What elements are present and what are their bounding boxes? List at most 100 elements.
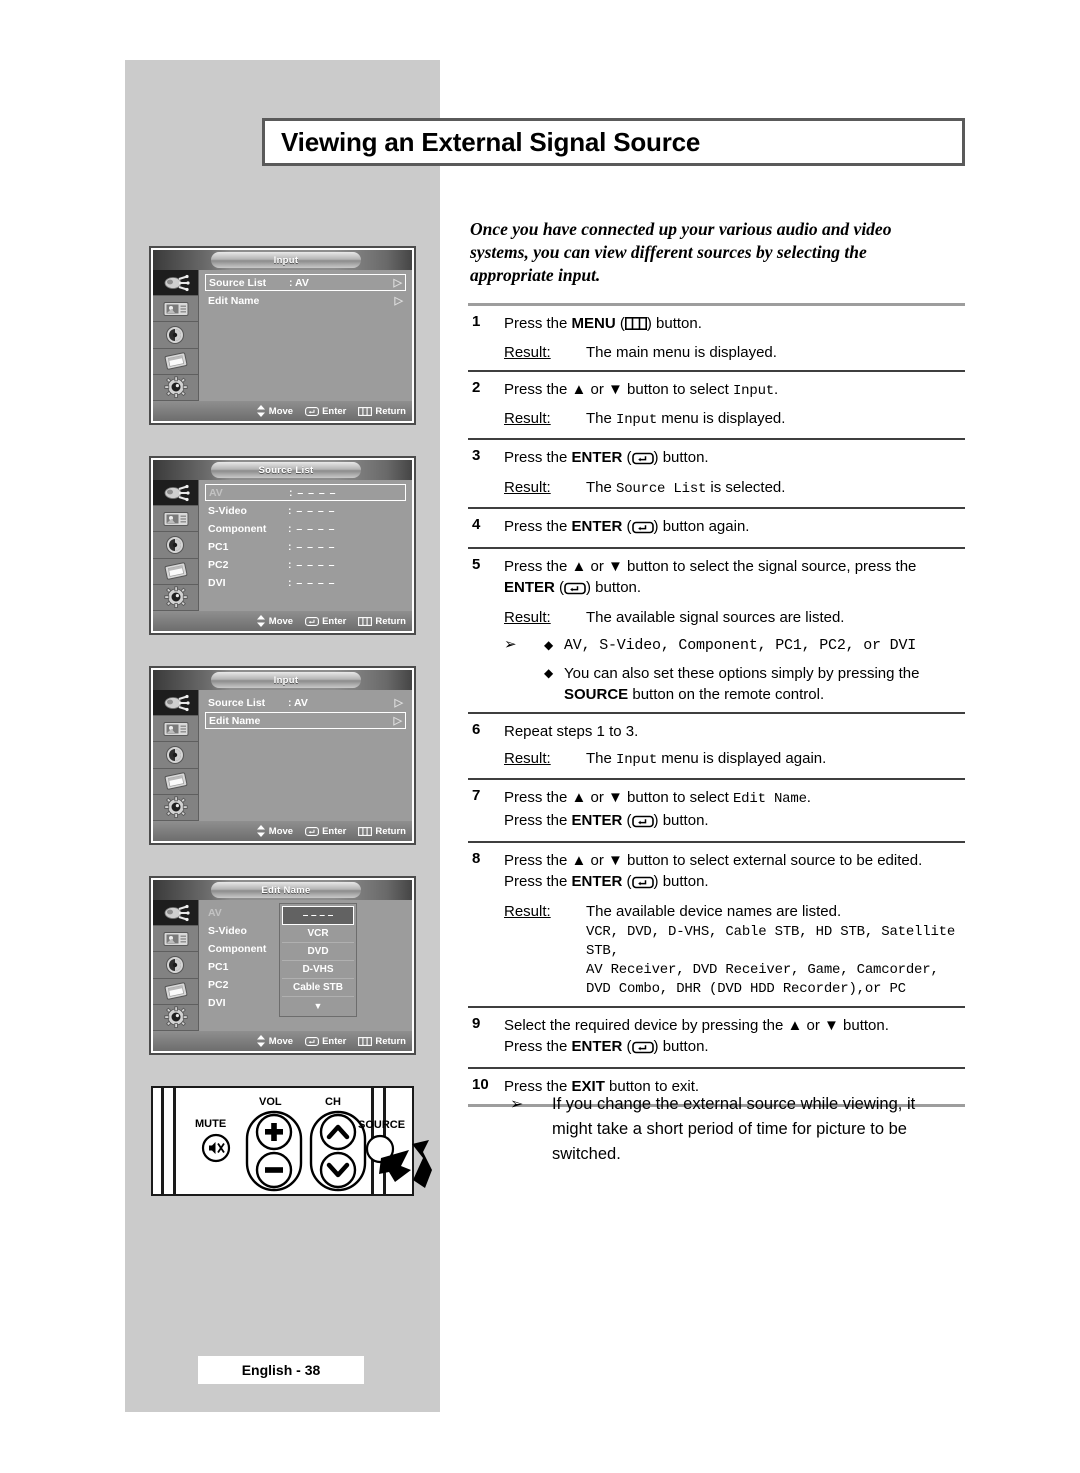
step-text-c: ) button. xyxy=(586,579,642,596)
dropdown-item-dvd[interactable]: DVD xyxy=(282,943,354,961)
osd-footer-return-label: Return xyxy=(375,825,406,837)
setup-gear-icon[interactable] xyxy=(153,794,198,822)
result-row: Result: The Input menu is displayed agai… xyxy=(504,748,965,771)
sound-speaker-icon[interactable] xyxy=(153,322,198,349)
step-7: 7 Press the ▲ or ▼ button to select Edit… xyxy=(468,780,965,841)
chevron-down-icon[interactable]: ▼ xyxy=(282,997,354,1014)
mute-speaker-icon[interactable] xyxy=(201,1133,231,1168)
osd-row-label: PC1 xyxy=(208,540,229,553)
osd-row-edit-name[interactable]: Edit Name ▷ xyxy=(205,292,406,309)
dropdown-item-cable-stb[interactable]: Cable STB xyxy=(282,979,354,997)
osd-row-source-list[interactable]: Source List : AV ▷ xyxy=(205,274,406,291)
osd-row-label: S-Video xyxy=(208,504,247,517)
osd-row-pc2[interactable]: PC2 : – – – – xyxy=(205,556,406,573)
step-text-b: ( xyxy=(554,579,565,596)
osd-footer-move: Move xyxy=(256,825,293,837)
step-text: Press the ▲ or ▼ button to select xyxy=(504,381,733,398)
osd-footer-return: Return xyxy=(358,616,406,627)
step-body: Press the ▲ or ▼ button to select extern… xyxy=(504,850,965,999)
picture-icon[interactable] xyxy=(153,716,198,743)
result-pre: The xyxy=(586,750,617,767)
osd-row-av[interactable]: AV : – – – – xyxy=(205,484,406,501)
channel-icon[interactable] xyxy=(153,978,198,1005)
step-text-c: . xyxy=(806,789,811,806)
osd-footer-enter-label: Enter xyxy=(322,1035,347,1047)
chevron-right-icon: ▷ xyxy=(393,715,402,727)
remote-edge-line xyxy=(173,1088,176,1194)
result-mono: Input xyxy=(616,412,658,428)
setup-gear-icon[interactable] xyxy=(153,1004,198,1032)
result-post: menu is displayed. xyxy=(657,410,786,427)
osd-row-edit-name[interactable]: Edit Name ▷ xyxy=(205,712,406,729)
step-number: 9 xyxy=(472,1015,481,1032)
input-plug-icon[interactable] xyxy=(153,690,198,717)
step-body: Select the required device by pressing t… xyxy=(504,1015,965,1060)
sound-speaker-icon[interactable] xyxy=(153,952,198,979)
input-plug-icon[interactable] xyxy=(153,480,198,507)
step-text: Press the xyxy=(504,518,572,535)
osd-body: AV : S-Video : Component : PC1 : PC2 : xyxy=(199,900,412,1031)
step-line2-c: ) button. xyxy=(653,1038,709,1055)
step-text: Repeat steps 1 to 3. xyxy=(504,723,639,740)
osd-row-s-video[interactable]: S-Video : – – – – xyxy=(205,502,406,519)
osd-row-component[interactable]: Component : – – – – xyxy=(205,520,406,537)
menu-icon xyxy=(358,406,373,416)
step-body: Press the ▲ or ▼ button to select Edit N… xyxy=(504,787,965,834)
sound-speaker-icon[interactable] xyxy=(153,532,198,559)
channel-icon[interactable] xyxy=(153,558,198,585)
result-row: Result: The Source List is selected. xyxy=(504,477,965,500)
step-line2: Press the xyxy=(504,873,572,890)
chevron-right-icon: ▷ xyxy=(393,277,402,289)
step-text: Press the ▲ or ▼ button to select extern… xyxy=(504,852,923,869)
osd-title-tab: Input xyxy=(211,252,361,268)
osd-footer-return: Return xyxy=(358,406,406,417)
step-text: Press the ▲ or ▼ button to select xyxy=(504,789,733,806)
diamond-icon: ◆ xyxy=(544,666,554,680)
dropdown-item-vcr[interactable]: VCR xyxy=(282,925,354,943)
step-8: 8 Press the ▲ or ▼ button to select exte… xyxy=(468,843,965,1006)
enter-button-label: ENTER xyxy=(504,579,555,596)
picture-icon[interactable] xyxy=(153,926,198,953)
enter-button-label: ENTER xyxy=(571,873,623,890)
step-text: Select the required device by pressing t… xyxy=(504,1017,889,1034)
step-line2: Press the xyxy=(504,812,572,829)
device-name-dropdown[interactable]: – – – – VCR DVD D-VHS Cable STB ▼ xyxy=(279,903,357,1017)
picture-icon[interactable] xyxy=(153,296,198,323)
osd-row-dvi[interactable]: DVI : – – – – xyxy=(205,574,406,591)
channel-icon[interactable] xyxy=(153,768,198,795)
osd-icon-column xyxy=(153,270,199,402)
osd-body: Source List : AV ▷ Edit Name ▷ xyxy=(199,690,412,821)
input-plug-icon[interactable] xyxy=(153,270,198,297)
picture-icon[interactable] xyxy=(153,506,198,533)
osd-screenshot-input-2: Input Source List : AV ▷ Edit Name ▷ Mov… xyxy=(149,666,416,845)
osd-title-strip: Input xyxy=(153,670,412,690)
up-down-arrow-icon xyxy=(256,405,265,417)
osd-body: Source List : AV ▷ Edit Name ▷ xyxy=(199,270,412,401)
step-body: Press the ▲ or ▼ button to select Input.… xyxy=(504,379,965,431)
input-plug-icon[interactable] xyxy=(153,900,198,927)
osd-footer-move-label: Move xyxy=(268,825,294,837)
setup-gear-icon[interactable] xyxy=(153,374,198,402)
osd-screenshot-source-list: Source List AV : – – – – S-Video : – – –… xyxy=(149,456,416,635)
osd-row-pc1[interactable]: PC1 : – – – – xyxy=(205,538,406,555)
dropdown-item-d-vhs[interactable]: D-VHS xyxy=(282,961,354,979)
step-body: Press the ENTER () button. Result: The S… xyxy=(504,447,965,500)
osd-footer-enter-label: Enter xyxy=(322,825,347,837)
enter-button-label: ENTER xyxy=(571,449,623,466)
result-label: Result: xyxy=(504,479,551,496)
channel-icon[interactable] xyxy=(153,348,198,375)
step-line2: Press the xyxy=(504,1038,572,1055)
enter-icon xyxy=(564,580,586,601)
setup-gear-icon[interactable] xyxy=(153,584,198,612)
step-number: 3 xyxy=(472,447,481,464)
ch-label: CH xyxy=(325,1096,341,1108)
page-title-text: Viewing an External Signal Source xyxy=(281,126,701,157)
osd-row-source-list[interactable]: Source List : AV ▷ xyxy=(205,694,406,711)
osd-row-value: : – – – – xyxy=(288,504,336,517)
osd-title-text: Source List xyxy=(258,464,314,476)
osd-footer-move-label: Move xyxy=(268,615,294,627)
step-number: 4 xyxy=(472,516,481,533)
sound-speaker-icon[interactable] xyxy=(153,742,198,769)
dropdown-item-blank[interactable]: – – – – xyxy=(282,906,354,925)
result-row: Result: The available signal sources are… xyxy=(504,607,965,628)
